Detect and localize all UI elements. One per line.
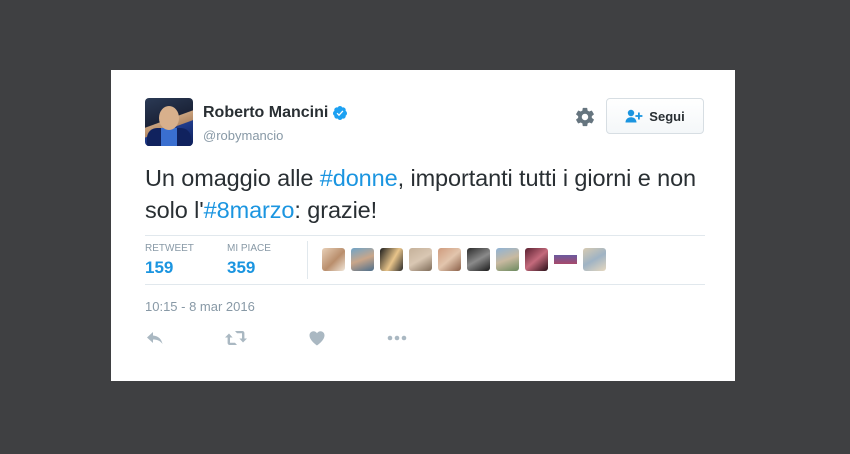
follow-person-icon xyxy=(625,109,643,123)
author-name-row: Roberto Mancini xyxy=(203,104,348,122)
reply-icon[interactable] xyxy=(145,328,165,348)
like-icon[interactable] xyxy=(307,328,327,348)
like-label: MI PIACE xyxy=(227,243,271,254)
retweet-icon[interactable] xyxy=(224,328,248,348)
more-icon[interactable] xyxy=(386,328,408,348)
liker-avatar[interactable] xyxy=(322,248,345,271)
like-count: 359 xyxy=(227,258,256,277)
liker-avatar[interactable] xyxy=(554,248,577,271)
liker-avatar[interactable] xyxy=(496,248,519,271)
hashtag-donne[interactable]: #donne xyxy=(320,165,398,191)
author-handle[interactable]: @robymancio xyxy=(203,128,283,143)
liker-avatar[interactable] xyxy=(525,248,548,271)
verified-badge-icon xyxy=(333,106,348,120)
liker-avatar[interactable] xyxy=(438,248,461,271)
liker-avatar[interactable] xyxy=(467,248,490,271)
liker-avatar[interactable] xyxy=(409,248,432,271)
liker-avatar[interactable] xyxy=(351,248,374,271)
follow-button[interactable]: Segui xyxy=(606,98,704,134)
tweet-text-part3: : grazie! xyxy=(294,197,378,223)
tweet-text: Un omaggio alle #donne, importanti tutti… xyxy=(145,162,715,226)
liker-avatar[interactable] xyxy=(583,248,606,271)
tweet-timestamp[interactable]: 10:15 - 8 mar 2016 xyxy=(145,299,255,314)
author-name[interactable]: Roberto Mancini xyxy=(203,104,328,122)
follow-button-label: Segui xyxy=(649,108,685,124)
liker-avatar[interactable] xyxy=(380,248,403,271)
stats-divider xyxy=(307,241,308,279)
retweet-label: RETWEET xyxy=(145,243,194,254)
retweet-count: 159 xyxy=(145,258,174,277)
tweet-stats: RETWEET 159 MI PIACE 359 xyxy=(145,235,705,285)
gear-icon[interactable] xyxy=(574,106,596,128)
tweet-card: Roberto Mancini @robymancio Segui Un oma… xyxy=(111,70,735,381)
liker-avatars xyxy=(322,248,612,271)
avatar-face xyxy=(159,106,179,130)
avatar-scarf xyxy=(161,128,177,146)
hashtag-8marzo[interactable]: #8marzo xyxy=(204,197,295,223)
tweet-text-part1: Un omaggio alle xyxy=(145,165,320,191)
author-avatar[interactable] xyxy=(145,98,193,146)
